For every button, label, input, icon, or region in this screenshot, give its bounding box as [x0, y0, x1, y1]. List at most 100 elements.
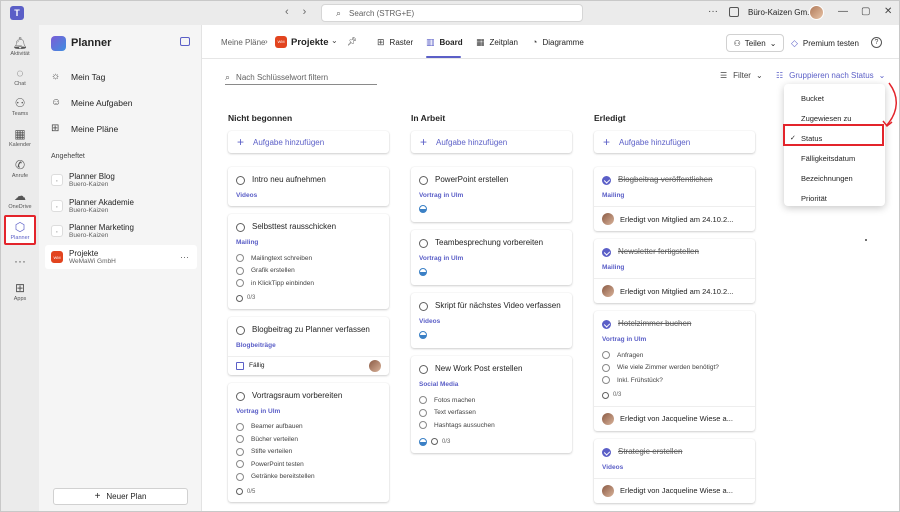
- checklist-item[interactable]: Grafik erstellen: [236, 265, 381, 278]
- task-complete-checkbox[interactable]: [236, 325, 245, 335]
- collapse-sidebar-icon[interactable]: [180, 37, 190, 46]
- task-card[interactable]: Vortragsraum vorbereiten Vortrag in Ulm …: [228, 382, 389, 502]
- task-card[interactable]: Intro neu aufnehmen Videos: [228, 167, 389, 206]
- user-avatar[interactable]: [809, 5, 824, 20]
- task-complete-checkbox[interactable]: [236, 391, 245, 401]
- checklist-item[interactable]: Stifte verteilen: [236, 446, 381, 459]
- task-complete-checkbox[interactable]: [419, 239, 428, 248]
- chevron-down-icon: ⌄: [755, 71, 763, 80]
- org-name[interactable]: Büro-Kaizen Gm...: [748, 8, 814, 17]
- checklist-item[interactable]: Inkl. Frühstück?: [602, 374, 747, 387]
- checklist-item[interactable]: in KlickTipp einbinden: [236, 277, 381, 290]
- help-icon[interactable]: ?: [871, 37, 882, 48]
- plan-header: Meine Pläne › WM Projekte ⌄ 📌︎ ⊞ Raster ▥…: [202, 25, 899, 59]
- task-completed-checkbox[interactable]: [602, 447, 611, 457]
- checklist-item[interactable]: Getränke bereitstellen: [236, 471, 381, 484]
- pinned-plan-planner-blog[interactable]: ▪ Planner Blog Buero-Kaizen: [45, 168, 197, 192]
- checklist-item[interactable]: Fotos machen: [419, 394, 564, 407]
- checklist-item[interactable]: Text verfassen: [419, 407, 564, 420]
- rail-item-onedrive[interactable]: ☁︎ OneDrive: [1, 189, 39, 210]
- task-completed-checkbox[interactable]: [602, 176, 611, 185]
- group-by-button[interactable]: ☷ Gruppieren nach Status ⌄: [776, 71, 885, 80]
- rail-item-calls[interactable]: ✆ Anrufe: [1, 158, 39, 179]
- sidebar-item-mein-tag[interactable]: ☼ Mein Tag: [51, 71, 105, 82]
- task-card[interactable]: Blogbeitrag veröffentlichen Mailing Erle…: [594, 167, 755, 231]
- keyword-filter-input[interactable]: ⌕ Nach Schlüsselwort filtern: [225, 70, 377, 85]
- sidebar-item-meine-aufgaben[interactable]: ☺ Meine Aufgaben: [51, 97, 132, 108]
- checklist-item[interactable]: Beamer aufbauen: [236, 421, 381, 434]
- checklist-item[interactable]: Wie viele Zimmer werden benötigt?: [602, 362, 747, 375]
- menu-item-prioritaet[interactable]: Priorität: [784, 188, 885, 208]
- task-card[interactable]: Newsletter fertigstellen Mailing Erledig…: [594, 239, 755, 303]
- tab-zeitplan[interactable]: ▦ Zeitplan: [476, 37, 518, 48]
- pinned-plan-planner-akademie[interactable]: ▪ Planner Akademie Buero-Kaizen: [45, 194, 197, 218]
- menu-item-faelligkeitsdatum[interactable]: Fälligkeitsdatum: [784, 148, 885, 168]
- search-placeholder: Search (STRG+E): [349, 8, 415, 18]
- breadcrumb[interactable]: Meine Pläne: [221, 38, 265, 47]
- menu-item-bezeichnungen[interactable]: Bezeichnungen: [784, 168, 885, 188]
- rail-item-calendar[interactable]: ▦ Kalender: [1, 127, 39, 148]
- pin-icon[interactable]: 📌︎: [347, 37, 357, 46]
- chevron-down-icon: ⌄: [878, 71, 886, 80]
- maximize-icon[interactable]: ▢: [861, 6, 870, 17]
- due-row: Fällig: [228, 355, 389, 375]
- task-card[interactable]: Selbsttest rausschicken Mailing Mailingt…: [228, 214, 389, 309]
- org-icon[interactable]: [729, 7, 739, 17]
- tab-diagramme[interactable]: ◔ Diagramme: [532, 37, 584, 47]
- task-card[interactable]: Blogbeitrag zu Planner verfassen Blogbei…: [228, 316, 389, 375]
- in-progress-icon: [419, 437, 427, 446]
- rail-item-chat[interactable]: ◌ Chat: [1, 66, 39, 87]
- tab-raster[interactable]: ⊞ Raster: [377, 37, 413, 48]
- more-icon[interactable]: ···: [708, 6, 718, 17]
- task-complete-checkbox[interactable]: [419, 176, 428, 185]
- task-completed-checkbox[interactable]: [602, 248, 611, 257]
- add-task-button[interactable]: + Aufgabe hinzufügen: [228, 131, 389, 153]
- pinned-plan-planner-marketing[interactable]: ▪ Planner Marketing Buero-Kaizen: [45, 219, 197, 243]
- assignee-avatar[interactable]: [369, 359, 381, 372]
- rail-item-teams[interactable]: ⚇ Teams: [1, 96, 39, 117]
- menu-item-bucket[interactable]: Bucket: [784, 88, 885, 108]
- back-arrow-icon[interactable]: ‹: [285, 6, 289, 18]
- rail-item-planner[interactable]: ⬡ Planner: [1, 220, 39, 241]
- grid-icon: ⊞: [377, 37, 385, 47]
- rail-item-activity[interactable]: 🔔︎ Aktivität: [1, 36, 39, 57]
- add-task-button[interactable]: + Aufgabe hinzufügen: [411, 131, 572, 153]
- chevron-down-icon[interactable]: ⌄: [331, 36, 338, 45]
- member-avatar: [602, 412, 614, 425]
- add-task-button[interactable]: + Aufgabe hinzufügen: [594, 131, 755, 153]
- minimize-icon[interactable]: —: [838, 6, 848, 17]
- task-complete-checkbox[interactable]: [419, 365, 428, 374]
- task-label: Vortrag in Ulm: [236, 407, 281, 415]
- task-complete-checkbox[interactable]: [419, 302, 428, 311]
- rail-more-icon[interactable]: ···: [1, 254, 39, 268]
- filter-button[interactable]: ☰ Filter ⌄: [720, 71, 763, 80]
- close-icon[interactable]: ✕: [884, 6, 892, 17]
- task-complete-checkbox[interactable]: [236, 223, 245, 232]
- pinned-plan-projekte[interactable]: WM Projekte WeMaWi GmbH ···: [45, 245, 197, 269]
- task-card[interactable]: Teambesprechung vorbereiten Vortrag in U…: [411, 230, 572, 285]
- task-card[interactable]: Strategie erstellen Videos Erledigt von …: [594, 438, 755, 503]
- share-button[interactable]: ⚇ Teilen ⌄: [726, 34, 784, 52]
- plan-title[interactable]: Projekte: [291, 37, 329, 48]
- plus-icon: +: [603, 135, 611, 149]
- premium-button[interactable]: ◇ Premium testen: [791, 38, 859, 49]
- checklist-item[interactable]: Bücher verteilen: [236, 433, 381, 446]
- task-card[interactable]: New Work Post erstellen Social Media Fot…: [411, 356, 572, 453]
- checklist-item[interactable]: Hashtags aussuchen: [419, 419, 564, 432]
- tab-board[interactable]: ▥ Board: [426, 37, 463, 48]
- task-complete-checkbox[interactable]: [236, 176, 245, 185]
- checklist-item[interactable]: Anfragen: [602, 349, 747, 362]
- sidebar-item-meine-plaene[interactable]: ⊞ Meine Pläne: [51, 123, 118, 134]
- task-card[interactable]: PowerPoint erstellen Vortrag in Ulm: [411, 167, 572, 222]
- task-card[interactable]: Skript für nächstes Video verfassen Vide…: [411, 293, 572, 348]
- completed-by: Erledigt von Mitglied am 24.10.2...: [594, 206, 755, 231]
- search-input[interactable]: ⌕ Search (STRG+E): [321, 4, 583, 22]
- new-plan-button[interactable]: + Neuer Plan: [53, 488, 188, 505]
- plan-more-icon[interactable]: ···: [180, 252, 189, 262]
- checklist-item[interactable]: Mailingtext schreiben: [236, 252, 381, 265]
- checklist-item[interactable]: PowerPoint testen: [236, 458, 381, 471]
- rail-item-apps[interactable]: ⊞ Apps: [1, 281, 39, 302]
- task-card[interactable]: Hotelzimmer buchen Vortrag in Ulm Anfrag…: [594, 311, 755, 431]
- task-completed-checkbox[interactable]: [602, 320, 611, 329]
- forward-arrow-icon[interactable]: ›: [303, 6, 307, 18]
